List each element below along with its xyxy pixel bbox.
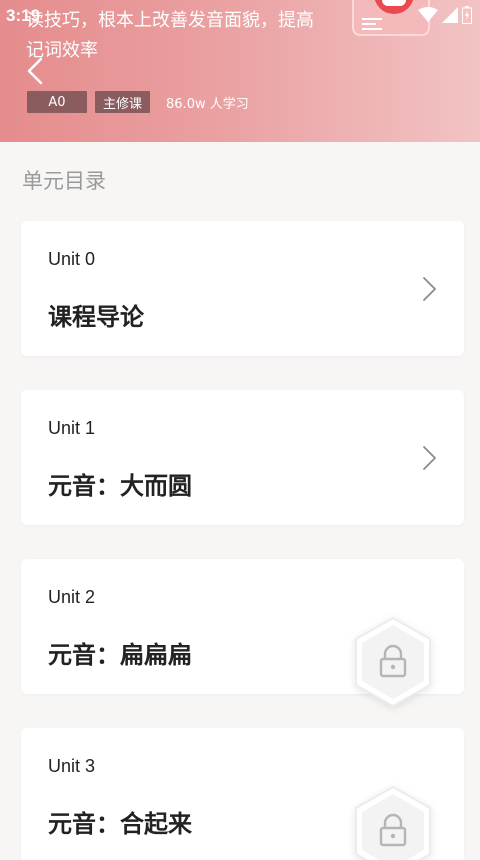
chevron-right-icon bbox=[423, 277, 436, 301]
course-description: 读技巧，根本上改善发音面貌，提高记词效率 bbox=[26, 10, 314, 61]
unit-number: Unit 0 bbox=[48, 249, 96, 269]
unit-list: Unit 0 课程导论 Unit 1 元音：大而圆 Unit 2 元音：扁扁扁 … bbox=[21, 221, 464, 860]
unit-card-1[interactable]: Unit 1 元音：大而圆 bbox=[21, 390, 464, 525]
wifi-icon bbox=[418, 7, 438, 22]
back-button[interactable] bbox=[22, 56, 48, 86]
learner-count: 86.0w 人学习 bbox=[166, 96, 249, 112]
cover-teeth-graphic bbox=[382, 0, 406, 6]
status-bar-time: 3:19 bbox=[6, 6, 41, 25]
unit-title: 元音：扁扁扁 bbox=[48, 641, 192, 669]
unit-card-3[interactable]: Unit 3 元音：合起来 bbox=[21, 728, 464, 860]
unit-catalog-title: 单元目录 bbox=[22, 169, 106, 193]
unit-title: 元音：合起来 bbox=[48, 810, 192, 838]
cover-lines-graphic bbox=[362, 18, 382, 33]
battery-icon bbox=[462, 6, 472, 24]
status-bar-icons bbox=[418, 6, 472, 24]
lock-icon bbox=[355, 616, 431, 708]
chevron-right-icon bbox=[423, 446, 436, 470]
unit-card-0[interactable]: Unit 0 课程导论 bbox=[21, 221, 464, 356]
unit-title: 课程导论 bbox=[48, 303, 144, 331]
course-type-tag: 主修课 bbox=[95, 91, 151, 113]
signal-icon bbox=[442, 7, 458, 23]
level-tag: A0 bbox=[27, 91, 87, 113]
unit-number: Unit 2 bbox=[48, 587, 96, 607]
unit-card-2[interactable]: Unit 2 元音：扁扁扁 bbox=[21, 559, 464, 708]
lock-icon bbox=[355, 785, 431, 860]
course-header: 读技巧，根本上改善发音面貌，提高记词效率 3:19 A0 主修课 86.0w 人… bbox=[0, 0, 480, 142]
chevron-left-icon bbox=[27, 57, 43, 85]
unit-number: Unit 1 bbox=[48, 418, 96, 438]
unit-title: 元音：大而圆 bbox=[48, 472, 192, 500]
unit-number: Unit 3 bbox=[48, 756, 96, 776]
course-tags: A0 主修课 86.0w 人学习 bbox=[27, 91, 249, 113]
